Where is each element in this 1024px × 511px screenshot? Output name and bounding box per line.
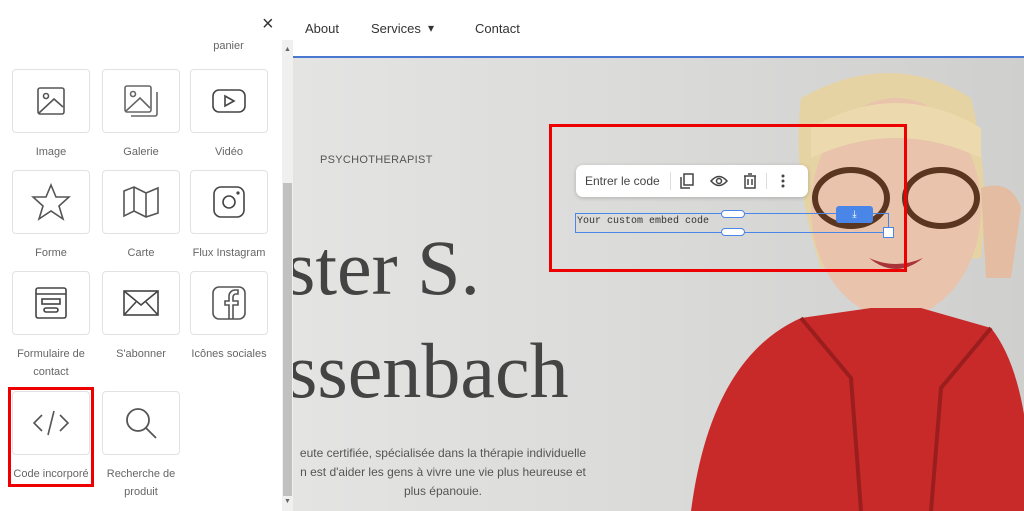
video-icon — [211, 88, 247, 114]
close-button[interactable]: × — [262, 13, 274, 36]
tile-social-icons[interactable]: Icônes sociales — [190, 271, 268, 363]
tile-shape[interactable]: Forme — [12, 170, 90, 262]
star-icon — [31, 183, 71, 221]
enter-code-button[interactable]: Entrer le code — [576, 172, 671, 190]
resize-handle-bottom[interactable] — [721, 228, 745, 236]
tile-product-search[interactable]: Recherche de produit — [102, 391, 180, 501]
form-icon — [34, 286, 68, 320]
map-icon — [122, 185, 160, 219]
elements-panel: × panier Image Galerie Vidéo Forme Carte… — [0, 0, 282, 511]
scrollbar-thumb[interactable] — [283, 183, 292, 496]
resize-handle-corner[interactable] — [883, 227, 894, 238]
tile-video[interactable]: Vidéo — [190, 69, 268, 161]
more-options-icon[interactable] — [767, 174, 799, 188]
code-icon — [32, 409, 70, 437]
resize-handle-top[interactable] — [721, 210, 745, 218]
tile-instagram[interactable]: Flux Instagram — [190, 170, 268, 262]
tile-label-partial: panier — [190, 40, 267, 52]
download-button[interactable]: ⤓ — [836, 206, 873, 223]
nav-contact[interactable]: Contact — [475, 21, 520, 36]
hero-title-line2: ssenbach — [293, 326, 569, 416]
tile-image[interactable]: Image — [12, 69, 90, 161]
facebook-icon — [211, 285, 247, 321]
tile-map[interactable]: Carte — [102, 170, 180, 262]
chevron-down-icon[interactable]: ▾ — [428, 21, 434, 35]
desc-line: eute certifiée, spécialisée dans la thér… — [293, 444, 603, 463]
panel-scrollbar[interactable]: ▲▼ — [282, 40, 293, 511]
tile-subscribe[interactable]: S'abonner — [102, 271, 180, 363]
highlight-box — [549, 124, 907, 272]
nav-services[interactable]: Services — [371, 21, 421, 36]
hero-description: eute certifiée, spécialisée dans la thér… — [293, 444, 603, 501]
tile-embed-code[interactable]: Code incorporé — [12, 391, 90, 483]
envelope-icon — [122, 289, 160, 317]
site-nav: About Services ▾ Contact — [293, 0, 1024, 58]
tile-contact-form[interactable]: Formulaire de contact — [12, 271, 90, 381]
nav-about[interactable]: About — [305, 21, 339, 36]
eye-icon[interactable] — [703, 175, 735, 187]
image-icon — [35, 85, 67, 117]
hero-subtitle: PSYCHOTHERAPIST — [320, 154, 433, 166]
search-icon — [124, 406, 158, 440]
hero-title-line1: ster S. — [293, 223, 480, 313]
tile-gallery[interactable]: Galerie — [102, 69, 180, 161]
gallery-icon — [123, 84, 159, 118]
trash-icon[interactable] — [735, 173, 767, 189]
embed-toolbar: Entrer le code — [576, 165, 808, 197]
copy-icon[interactable] — [671, 173, 703, 189]
desc-line: plus épanouie. — [293, 482, 603, 501]
desc-line: n est d'aider les gens à vivre une vie p… — [293, 463, 603, 482]
instagram-icon — [212, 185, 246, 219]
